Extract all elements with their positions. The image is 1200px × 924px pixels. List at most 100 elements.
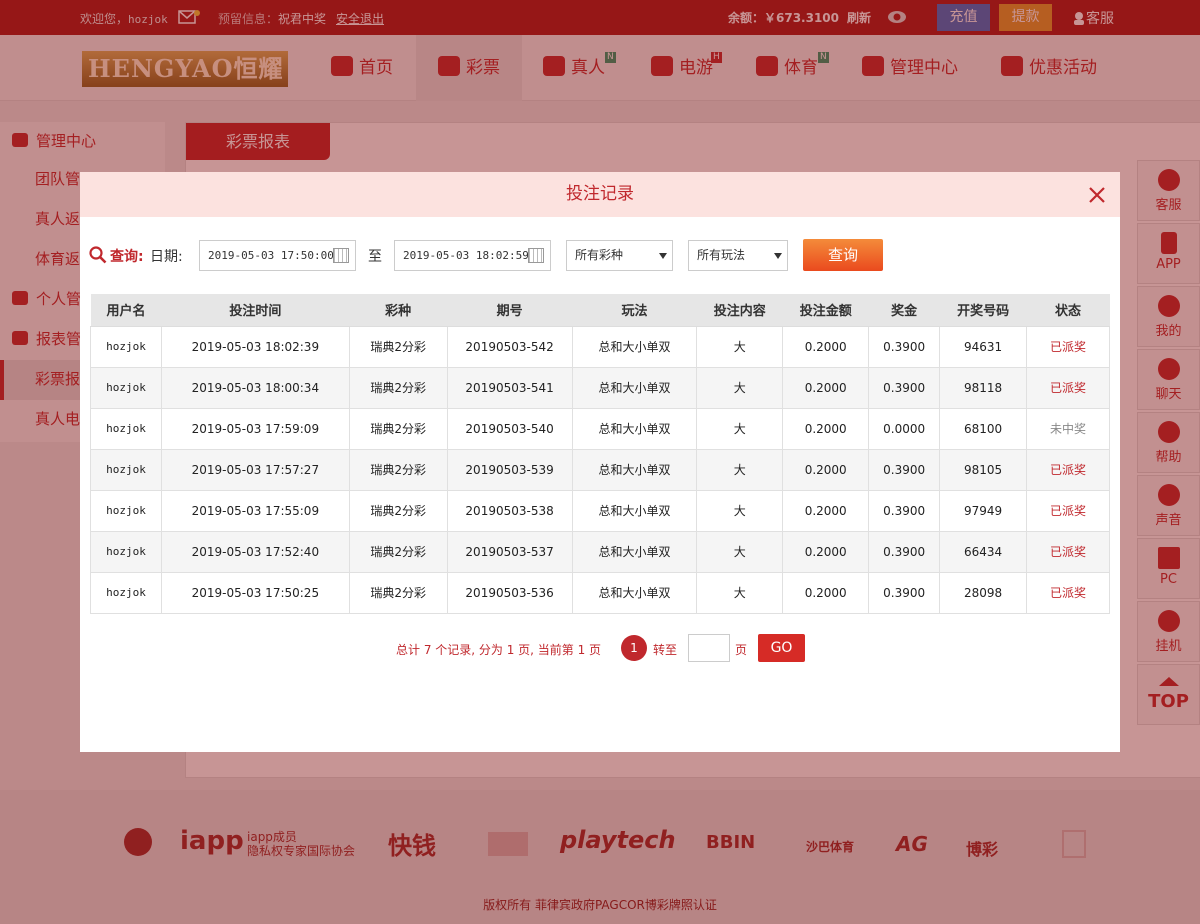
bet-time-cell: 2019-05-03 17:52:40 <box>160 530 350 573</box>
bet-records-modal: 投注记录 查询: 日期: 2019-05-03 17:50:00 至 2019-… <box>80 172 1120 752</box>
play-type-cell: 总和大小单双 <box>571 407 698 450</box>
lottery-type-cell: 瑞典2分彩 <box>348 530 448 573</box>
status-cell: 已派奖 <box>1026 489 1110 532</box>
draw-number-cell: 98118 <box>939 366 1028 409</box>
current-page-button[interactable]: 1 <box>621 635 647 661</box>
play-type-cell: 总和大小单双 <box>571 366 698 409</box>
calendar-icon[interactable] <box>333 248 349 263</box>
prize-cell: 0.3900 <box>868 448 941 491</box>
bet-amount-cell: 0.2000 <box>782 489 870 532</box>
username-cell: hozjok <box>90 366 162 409</box>
bet-amount-cell: 0.2000 <box>782 325 870 368</box>
bet-content-cell: 大 <box>696 571 784 614</box>
table-row: hozjok 2019-05-03 17:50:25 瑞典2分彩 20190503-5… <box>90 571 1110 614</box>
issue-number-cell: 20190503-539 <box>446 448 573 491</box>
issue-number-cell: 20190503-540 <box>446 407 573 450</box>
bet-amount-cell: 0.2000 <box>782 407 870 450</box>
status-cell: 已派奖 <box>1026 530 1110 573</box>
prize-cell: 0.3900 <box>868 366 941 409</box>
play-type-cell: 总和大小单双 <box>571 489 698 532</box>
issue-number-cell: 20190503-542 <box>446 325 573 368</box>
date-to-input[interactable]: 2019-05-03 18:02:59 <box>394 240 551 271</box>
column-header: 彩种 <box>349 294 448 327</box>
play-type-cell: 总和大小单双 <box>571 571 698 614</box>
prize-cell: 0.3900 <box>868 489 941 532</box>
draw-number-cell: 66434 <box>939 530 1028 573</box>
column-header: 状态 <box>1026 294 1110 327</box>
bet-content-cell: 大 <box>696 530 784 573</box>
column-header: 投注时间 <box>161 294 350 327</box>
lottery-type-cell: 瑞典2分彩 <box>348 366 448 409</box>
close-icon[interactable] <box>1087 185 1107 205</box>
bet-time-cell: 2019-05-03 17:55:09 <box>160 489 350 532</box>
bet-amount-cell: 0.2000 <box>782 571 870 614</box>
page-label: 页 <box>735 643 748 657</box>
modal-title: 投注记录 <box>80 172 1120 217</box>
bet-content-cell: 大 <box>696 407 784 450</box>
prize-cell: 0.3900 <box>868 530 941 573</box>
bet-time-cell: 2019-05-03 17:57:27 <box>160 448 350 491</box>
bet-time-cell: 2019-05-03 18:00:34 <box>160 366 350 409</box>
to-label: 至 <box>368 249 382 265</box>
date-label: 日期: <box>150 249 183 265</box>
status-cell: 已派奖 <box>1026 448 1110 491</box>
calendar-icon[interactable] <box>528 248 544 263</box>
username-cell: hozjok <box>90 530 162 573</box>
draw-number-cell: 94631 <box>939 325 1028 368</box>
prize-cell: 0.3900 <box>868 325 941 368</box>
username-cell: hozjok <box>90 407 162 450</box>
status-cell: 未中奖 <box>1026 407 1110 450</box>
goto-page-input[interactable] <box>688 634 730 662</box>
query-label: 查询: <box>110 249 144 265</box>
username-cell: hozjok <box>90 325 162 368</box>
bet-time-cell: 2019-05-03 17:59:09 <box>160 407 350 450</box>
lottery-type-cell: 瑞典2分彩 <box>348 325 448 368</box>
table-row: hozjok 2019-05-03 17:55:09 瑞典2分彩 20190503-5… <box>90 489 1110 532</box>
column-header: 开奖号码 <box>939 294 1027 327</box>
prize-cell: 0.3900 <box>868 571 941 614</box>
bet-records-table: 用户名 投注时间 彩种 期号 玩法 投注内容 投注金额 奖金 开奖号码 状态 h… <box>90 294 1110 614</box>
table-row: hozjok 2019-05-03 17:59:09 瑞典2分彩 20190503-5… <box>90 407 1110 450</box>
bet-content-cell: 大 <box>696 325 784 368</box>
search-icon <box>89 246 107 264</box>
bet-amount-cell: 0.2000 <box>782 366 870 409</box>
issue-number-cell: 20190503-537 <box>446 530 573 573</box>
play-type-cell: 总和大小单双 <box>571 325 698 368</box>
lottery-type-cell: 瑞典2分彩 <box>348 571 448 614</box>
bet-amount-cell: 0.2000 <box>782 448 870 491</box>
issue-number-cell: 20190503-538 <box>446 489 573 532</box>
status-cell: 已派奖 <box>1026 325 1110 368</box>
goto-label: 转至 <box>653 643 678 657</box>
table-header-row: 用户名 投注时间 彩种 期号 玩法 投注内容 投注金额 奖金 开奖号码 状态 <box>90 294 1110 327</box>
play-type-select[interactable]: 所有玩法 <box>688 240 788 271</box>
username-cell: hozjok <box>90 448 162 491</box>
lottery-type-cell: 瑞典2分彩 <box>348 407 448 450</box>
date-from-input[interactable]: 2019-05-03 17:50:00 <box>199 240 356 271</box>
query-button[interactable]: 查询 <box>803 239 883 271</box>
username-cell: hozjok <box>90 489 162 532</box>
lottery-type-select[interactable]: 所有彩种 <box>566 240 673 271</box>
bet-content-cell: 大 <box>696 489 784 532</box>
column-header: 投注内容 <box>696 294 783 327</box>
status-cell: 已派奖 <box>1026 366 1110 409</box>
username-cell: hozjok <box>90 571 162 614</box>
table-row: hozjok 2019-05-03 17:57:27 瑞典2分彩 20190503-5… <box>90 448 1110 491</box>
chevron-down-icon <box>774 253 782 259</box>
bet-content-cell: 大 <box>696 448 784 491</box>
lottery-type-cell: 瑞典2分彩 <box>348 489 448 532</box>
column-header: 玩法 <box>572 294 697 327</box>
go-button[interactable]: GO <box>758 634 805 662</box>
draw-number-cell: 68100 <box>939 407 1028 450</box>
lottery-type-cell: 瑞典2分彩 <box>348 448 448 491</box>
bet-time-cell: 2019-05-03 18:02:39 <box>160 325 350 368</box>
draw-number-cell: 97949 <box>939 489 1028 532</box>
column-header: 用户名 <box>90 294 162 327</box>
prize-cell: 0.0000 <box>868 407 941 450</box>
play-type-cell: 总和大小单双 <box>571 530 698 573</box>
status-cell: 已派奖 <box>1026 571 1110 614</box>
table-row: hozjok 2019-05-03 18:02:39 瑞典2分彩 20190503-5… <box>90 325 1110 368</box>
draw-number-cell: 98105 <box>939 448 1028 491</box>
column-header: 奖金 <box>868 294 940 327</box>
column-header: 期号 <box>447 294 573 327</box>
bet-time-cell: 2019-05-03 17:50:25 <box>160 571 350 614</box>
